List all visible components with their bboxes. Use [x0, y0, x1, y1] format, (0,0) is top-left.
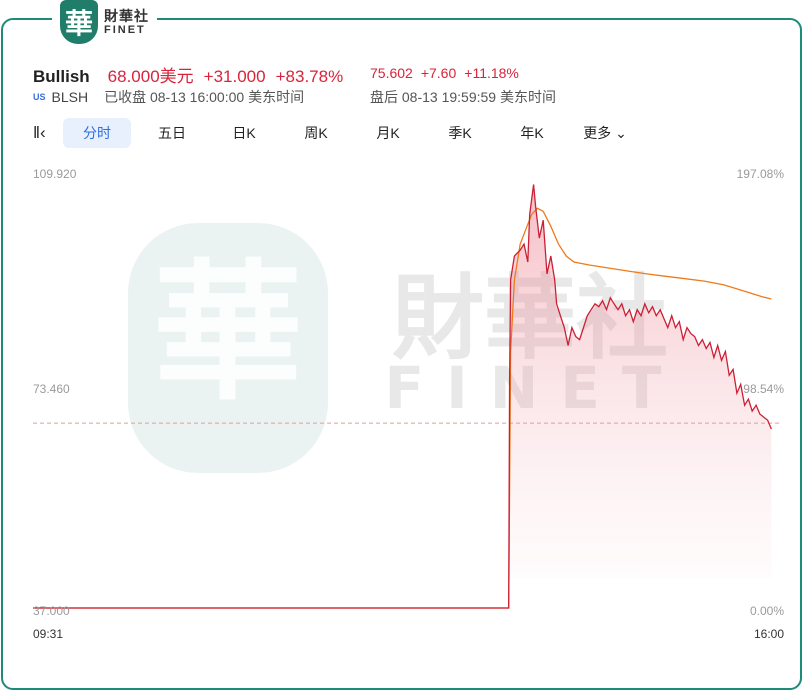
price-change-pct: +83.78% [275, 67, 344, 86]
y-left-tick-bottom: 37.000 [33, 604, 70, 618]
tab-intraday[interactable]: 分时 [63, 118, 131, 148]
intraday-chart: 華 財華社 FINET 109.920 73.460 37.000 197.08… [0, 160, 807, 650]
market-status: 已收盘 08-13 16:00:00 美东时间 [104, 89, 305, 105]
finet-logo: 華 財華社 FINET [52, 0, 157, 44]
logo-text: 財華社 FINET [104, 9, 149, 36]
logo-name-en: FINET [104, 23, 146, 36]
after-hours-change: +7.60 [420, 65, 457, 81]
watermark-mark: 華 [153, 245, 303, 421]
after-hours-status: 盘后 08-13 19:59:59 美东时间 [370, 89, 556, 105]
tab-more-label: 更多 [583, 125, 612, 141]
period-tabs: ‖‹ 分时 五日 日K 周K 月K 季K 年K 更多 ⌄ [33, 118, 635, 148]
quote-subline: US BLSH 已收盘 08-13 16:00:00 美东时间 [33, 87, 304, 107]
x-tick-start: 09:31 [33, 627, 64, 641]
chart-svg: 華 財華社 FINET [33, 184, 781, 609]
y-right-tick-bottom: 0.00% [749, 604, 784, 618]
tab-month-k[interactable]: 月K [365, 118, 411, 148]
tab-year-k[interactable]: 年K [509, 118, 555, 148]
tab-week-k[interactable]: 周K [293, 118, 339, 148]
logo-mark: 華 [60, 0, 98, 44]
collapse-icon[interactable]: ‖‹ [33, 123, 55, 143]
market-badge: US [33, 92, 46, 102]
tab-quarter-k[interactable]: 季K [437, 118, 483, 148]
tab-more[interactable]: 更多 ⌄ [575, 118, 635, 148]
stock-name: Bullish [33, 67, 90, 86]
x-tick-end: 16:00 [753, 627, 784, 641]
price-change: +31.000 [203, 67, 266, 86]
after-hours-pct: +11.18% [464, 65, 519, 81]
quote-header: Bullish 68.000美元 +31.000 +83.78% [33, 62, 343, 87]
y-left-tick-mid: 73.460 [33, 382, 70, 396]
chevron-down-icon: ⌄ [611, 125, 627, 141]
ticker-symbol: BLSH [51, 89, 89, 105]
logo-name-cn: 財華社 [104, 7, 149, 24]
price-area [508, 184, 772, 608]
tab-five-day[interactable]: 五日 [149, 118, 195, 148]
tab-day-k[interactable]: 日K [221, 118, 267, 148]
y-left-tick-top: 109.920 [33, 167, 77, 181]
after-hours-quote: 75.602 +7.60 +11.18% [370, 65, 519, 81]
y-right-tick-mid: 98.54% [743, 382, 784, 396]
y-right-tick-top: 197.08% [736, 167, 784, 181]
after-hours-price: 75.602 [370, 65, 413, 81]
stock-price: 68.000美元 [107, 67, 194, 86]
